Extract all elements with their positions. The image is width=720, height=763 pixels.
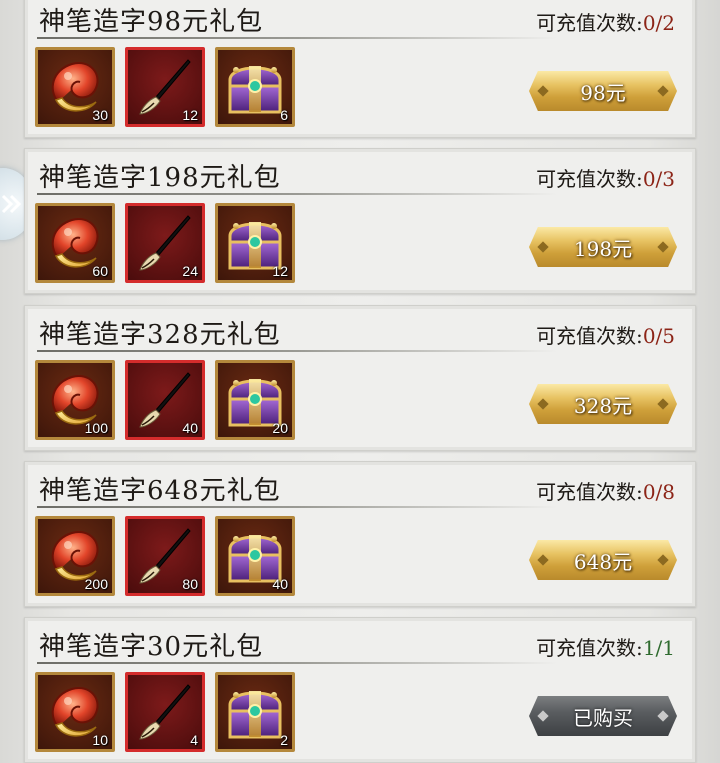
recharge-count-label: 可充值次数:: [536, 636, 643, 660]
title-divider: [37, 37, 557, 39]
gift-pack-card: 神笔造字648元礼包 可充值次数:0/8 200 80 40 648元: [24, 461, 696, 607]
title-divider: [37, 662, 557, 664]
reward-item[interactable]: 80: [125, 516, 205, 596]
recharge-count-value: 0/3: [642, 167, 675, 191]
reward-item[interactable]: 200: [35, 516, 115, 596]
item-quantity: 60: [92, 263, 108, 279]
recharge-count-value: 0/2: [642, 11, 675, 35]
gift-pack-card: 神笔造字98元礼包 可充值次数:0/2 30 12 6 98元: [24, 0, 696, 138]
reward-item[interactable]: 40: [215, 516, 295, 596]
recharge-count: 可充值次数:0/2: [536, 7, 675, 36]
recharge-count-label: 可充值次数:: [536, 324, 643, 348]
reward-item[interactable]: 12: [125, 47, 205, 127]
pack-title: 神笔造字328元礼包: [39, 320, 281, 350]
item-quantity: 24: [182, 263, 198, 279]
gift-pack-card: 神笔造字30元礼包 可充值次数:1/1 10 4 2 已购买: [24, 617, 696, 763]
item-quantity: 100: [84, 420, 108, 436]
item-quantity: 12: [182, 107, 198, 123]
reward-item[interactable]: 30: [35, 47, 115, 127]
title-divider: [37, 506, 557, 508]
reward-item[interactable]: 4: [125, 672, 205, 752]
item-quantity: 30: [92, 107, 108, 123]
reward-item[interactable]: 24: [125, 203, 205, 283]
bought-button[interactable]: 已购买: [529, 696, 677, 736]
pack-title: 神笔造字648元礼包: [39, 476, 281, 506]
reward-item[interactable]: 60: [35, 203, 115, 283]
item-quantity: 80: [182, 576, 198, 592]
recharge-count-value: 0/8: [642, 480, 675, 504]
item-quantity: 200: [84, 576, 108, 592]
item-quantity: 40: [182, 420, 198, 436]
title-divider: [37, 193, 557, 195]
item-quantity: 6: [280, 107, 288, 123]
gift-pack-card: 神笔造字328元礼包 可充值次数:0/5 100 40 20 328元: [24, 305, 696, 451]
reward-item[interactable]: 20: [215, 360, 295, 440]
reward-item[interactable]: 40: [125, 360, 205, 440]
item-quantity: 40: [272, 576, 288, 592]
recharge-count-value: 1/1: [642, 636, 675, 660]
reward-item[interactable]: 10: [35, 672, 115, 752]
recharge-count-label: 可充值次数:: [536, 480, 643, 504]
item-quantity: 10: [92, 732, 108, 748]
buy-button[interactable]: 328元: [529, 384, 677, 424]
gift-pack-card: 神笔造字198元礼包 可充值次数:0/3 60 24 12 198元: [24, 148, 696, 294]
item-quantity: 12: [272, 263, 288, 279]
pack-title: 神笔造字198元礼包: [39, 163, 281, 193]
buy-button[interactable]: 648元: [529, 540, 677, 580]
buy-button[interactable]: 98元: [529, 71, 677, 111]
recharge-count: 可充值次数:0/5: [536, 320, 675, 349]
reward-item[interactable]: 6: [215, 47, 295, 127]
recharge-count-label: 可充值次数:: [536, 167, 643, 191]
item-quantity: 20: [272, 420, 288, 436]
buy-button[interactable]: 198元: [529, 227, 677, 267]
recharge-count: 可充值次数:0/3: [536, 163, 675, 192]
recharge-count-label: 可充值次数:: [536, 11, 643, 35]
double-chevron-right-icon: [1, 194, 22, 214]
recharge-count-value: 0/5: [642, 324, 675, 348]
reward-item[interactable]: 2: [215, 672, 295, 752]
reward-item[interactable]: 100: [35, 360, 115, 440]
title-divider: [37, 350, 557, 352]
recharge-count: 可充值次数:0/8: [536, 476, 675, 505]
reward-item[interactable]: 12: [215, 203, 295, 283]
item-quantity: 2: [280, 732, 288, 748]
pack-title: 神笔造字30元礼包: [39, 632, 264, 662]
item-quantity: 4: [190, 732, 198, 748]
recharge-count: 可充值次数:1/1: [536, 632, 675, 661]
pack-title: 神笔造字98元礼包: [39, 7, 264, 37]
